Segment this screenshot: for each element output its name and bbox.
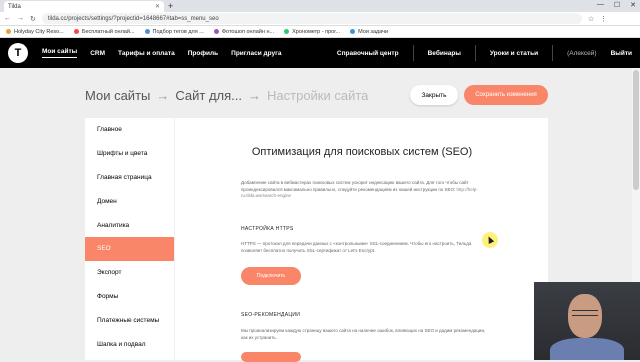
logout-link[interactable]: Выйти [611,50,632,57]
top-navigation: T Мои сайты CRM Тарифы и оплата Профиль … [0,38,640,68]
seo-intro-text: Добавление сайта в вебмастерах поисковых… [241,180,491,200]
bookmark-label: Фотошоп онлайн н... [221,28,275,35]
breadcrumb-arrow: → [156,88,170,103]
bookmark-item[interactable]: Хронометр - прог... [284,29,340,35]
reload-icon[interactable]: ↻ [30,15,36,23]
page-title: Оптимизация для поисковых систем (SEO) [251,146,473,158]
address-bar-row: ← → ↻ tilda.cc/projects/settings/?projec… [0,12,640,26]
bookmark-item[interactable]: Мои задачи [350,29,388,35]
seo-recommendations-button[interactable] [241,352,301,362]
breadcrumb-settings: Настройки сайта [267,88,369,103]
url-field[interactable]: tilda.cc/projects/settings/?projectid=16… [41,13,582,24]
sidebar-item-home-page[interactable]: Главная страница [85,166,174,190]
close-window-icon[interactable]: ✕ [630,1,636,9]
close-tab-icon[interactable]: ✕ [155,3,160,10]
bookmark-item[interactable]: Фотошоп онлайн н... [213,28,275,35]
bookmark-label: Мои задачи [358,28,389,35]
nav-right-group: Справочный центр Вебинары Уроки и статьи… [337,45,632,61]
close-button[interactable]: Закрыть [410,85,458,105]
webcam-overlay [534,282,640,360]
nav-lessons[interactable]: Уроки и статьи [490,50,538,57]
sidebar-item-seo[interactable]: SEO [85,236,174,261]
nav-my-sites[interactable]: Мои сайты [42,48,78,58]
https-heading: НАСТРОЙКА HTTPS [241,226,294,232]
bookmark-item[interactable]: Подбор тегов для ... [144,28,204,35]
back-icon[interactable]: ← [4,15,11,22]
bookmark-item[interactable]: Holyday City Reso... [6,29,64,35]
page-header: Мои сайты → Сайт для... → Настройки сайт… [0,68,640,118]
sidebar-item-payments[interactable]: Платежные системы [85,308,174,332]
sidebar-item-fonts-colors[interactable]: Шрифты и цвета [85,142,174,166]
bookmarks-bar: Holyday City Reso... Бесплатный онлай...… [0,26,640,38]
sidebar-item-export[interactable]: Экспорт [85,261,174,285]
bookmark-label: Хронометр - прог... [292,28,341,35]
seo-intro-body: Добавление сайта в вебмастерах поисковых… [241,180,469,192]
nav-profile[interactable]: Профиль [188,50,218,57]
browser-tab[interactable]: Tilda ✕ [4,1,164,12]
scrollbar-thumb[interactable] [633,70,639,190]
presenter-glasses [572,310,598,316]
tab-title: Tilda [8,3,21,10]
bookmark-item[interactable]: Бесплатный онлай... [73,28,135,35]
browser-tabstrip: Tilda ✕ + — ☐ ✕ [0,0,640,12]
new-tab-icon[interactable]: + [168,1,173,11]
window-controls: — ☐ ✕ [597,1,636,9]
maximize-icon[interactable]: ☐ [614,1,620,9]
sidebar-item-forms[interactable]: Формы [85,285,174,309]
minimize-icon[interactable]: — [597,1,604,9]
sidebar-item-main[interactable]: Главное [85,118,174,142]
nav-tariffs[interactable]: Тарифы и оплата [118,50,175,57]
nav-divider [412,45,414,61]
seo-recommendations-text: Мы проанализируем каждую страницу вашего… [241,328,486,340]
tilda-logo[interactable]: T [8,43,28,63]
https-description: HTTPS — протокол для передачи данных с «… [241,241,472,253]
nav-crm[interactable]: CRM [90,50,105,57]
bookmark-label: Holyday City Reso... [14,28,64,35]
connect-https-button[interactable]: Подключить [241,267,301,285]
nav-help-center[interactable]: Справочный центр [337,50,399,57]
nav-webinars[interactable]: Вебинары [428,50,461,57]
breadcrumb-arrow: → [248,88,262,103]
save-changes-button[interactable]: Сохранить изменения [464,85,548,105]
breadcrumb-my-sites[interactable]: Мои сайты [85,88,150,103]
bookmark-label: Подбор тегов для ... [152,28,204,35]
presenter-face [568,294,602,338]
user-name[interactable]: (Алексей) [567,50,597,57]
nav-divider [552,45,554,61]
forward-icon[interactable]: → [17,15,24,22]
breadcrumb-site[interactable]: Сайт для... [175,88,242,103]
sidebar-item-domain[interactable]: Домен [85,189,174,213]
settings-sidebar: Главное Шрифты и цвета Главная страница … [85,118,174,360]
sidebar-item-header-footer[interactable]: Шапка и подвал [85,332,174,356]
bookmark-label: Бесплатный онлай... [81,28,135,35]
menu-icon[interactable]: ⋮ [600,15,607,23]
nav-invite-friend[interactable]: Пригласи друга [231,50,281,57]
star-icon[interactable]: ☆ [588,15,594,23]
url-text: tilda.cc/projects/settings/?projectid=16… [47,15,219,22]
breadcrumb: Мои сайты → Сайт для... → Настройки сайт… [85,88,368,103]
sidebar-item-analytics[interactable]: Аналитика [85,213,174,237]
seo-recommendations-heading: SEO-РЕКОМЕНДАЦИИ [241,312,301,318]
nav-divider [474,45,476,61]
presenter-shirt [550,338,624,360]
